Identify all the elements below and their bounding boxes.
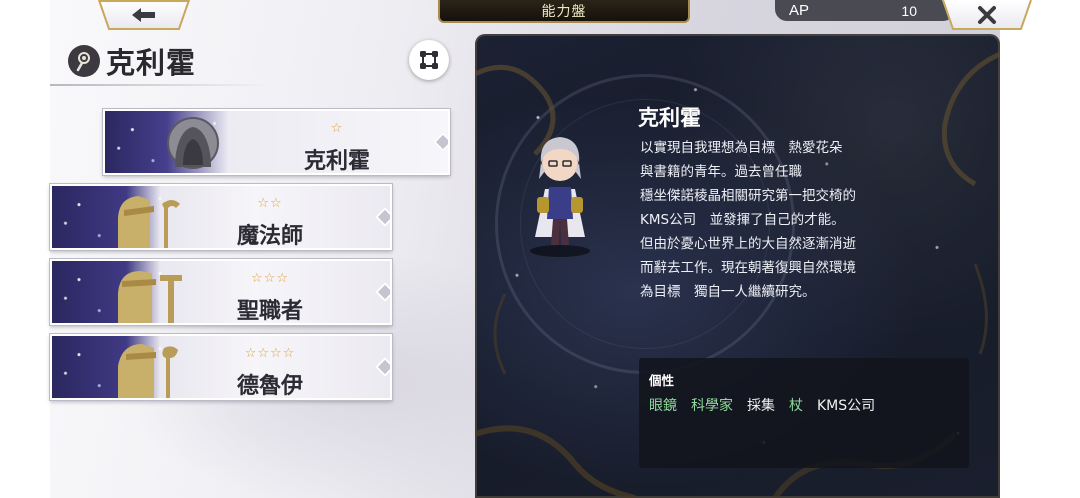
job-label: 魔法師 (236, 223, 304, 249)
job-stars: ☆ (330, 121, 344, 136)
close-button-frame (942, 0, 1032, 30)
left-margin (0, 0, 50, 498)
job-stars: ☆☆☆ (251, 271, 289, 286)
description-line: 與書籍的青年。過去曾任職 (640, 164, 802, 180)
screen-title-box: 能力盤 (438, 0, 690, 23)
expand-nodes-icon (420, 51, 438, 69)
trait-tag: 杖 (789, 398, 803, 414)
traits-box: 個性 眼鏡 科學家 採集 杖 KMS公司 (639, 358, 969, 468)
job-card-mage[interactable]: ☆☆ 魔法師 (50, 184, 392, 250)
cleric-silhouette-icon (118, 271, 182, 323)
druid-silhouette-icon (118, 344, 178, 398)
trait-tag: 採集 (747, 398, 775, 414)
description-line: 但由於憂心世界上的大自然逐漸消逝 (640, 236, 856, 252)
description-line: 而辭去工作。現在朝著復興自然環境 (640, 260, 856, 276)
job-card-druid[interactable]: ☆☆☆☆ 德魯伊 (50, 334, 392, 400)
card-corner (433, 132, 448, 152)
job-label: 德魯伊 (236, 373, 304, 399)
info-character-name: 克利霍 (638, 106, 701, 130)
screen-title: 能力盤 (541, 3, 587, 20)
character-info-panel: 克利霍 以實現自我理想為目標 熱愛花朵 與書籍的青年。過去曾任職 穩坐傑諾稜晶相… (475, 34, 1000, 498)
mage-silhouette-icon (118, 196, 180, 248)
description-line: KMS公司 並發揮了自己的才能。 (640, 212, 845, 228)
ap-label: AP (789, 2, 810, 19)
top-bar: 能力盤 AP 10 (0, 0, 1080, 30)
staff-emblem-icon (68, 45, 100, 77)
expand-button[interactable] (409, 40, 449, 80)
card-corner (375, 282, 390, 302)
job-card-cleric[interactable]: ☆☆☆ 聖職者 (50, 259, 392, 325)
trait-tag: 科學家 (691, 398, 733, 414)
hooded-portrait-icon (167, 117, 219, 169)
job-card-base[interactable]: ☆ 克利霍 (103, 109, 450, 175)
job-stars: ☆☆ (257, 196, 283, 211)
job-stars: ☆☆☆☆ (244, 346, 296, 361)
character-name-title: 克利霍 (106, 46, 197, 80)
traits-list: 眼鏡 科學家 採集 杖 KMS公司 (649, 395, 959, 415)
description-line: 穩坐傑諾稜晶相關研究第一把交椅的 (640, 188, 856, 204)
job-label: 聖職者 (236, 298, 304, 324)
traits-title: 個性 (649, 373, 675, 388)
character-description: 以實現自我理想為目標 熱愛花朵 與書籍的青年。過去曾任職 穩坐傑諾稜晶相關研究第… (640, 136, 930, 304)
job-label: 克利霍 (303, 148, 371, 174)
description-line: 以實現自我理想為目標 熱愛花朵 (640, 140, 843, 156)
back-button-frame (98, 0, 190, 30)
trait-tag: 眼鏡 (649, 398, 677, 414)
ap-value: 10 (901, 2, 917, 19)
character-sprite (530, 137, 590, 257)
card-corner (375, 357, 390, 377)
card-corner (375, 207, 390, 227)
header-underline (50, 84, 270, 86)
trait-tag: KMS公司 (817, 398, 876, 414)
description-line: 為目標 獨自一人繼續研究。 (640, 284, 816, 300)
ap-display: AP 10 (775, 0, 955, 21)
right-margin (1000, 0, 1080, 498)
